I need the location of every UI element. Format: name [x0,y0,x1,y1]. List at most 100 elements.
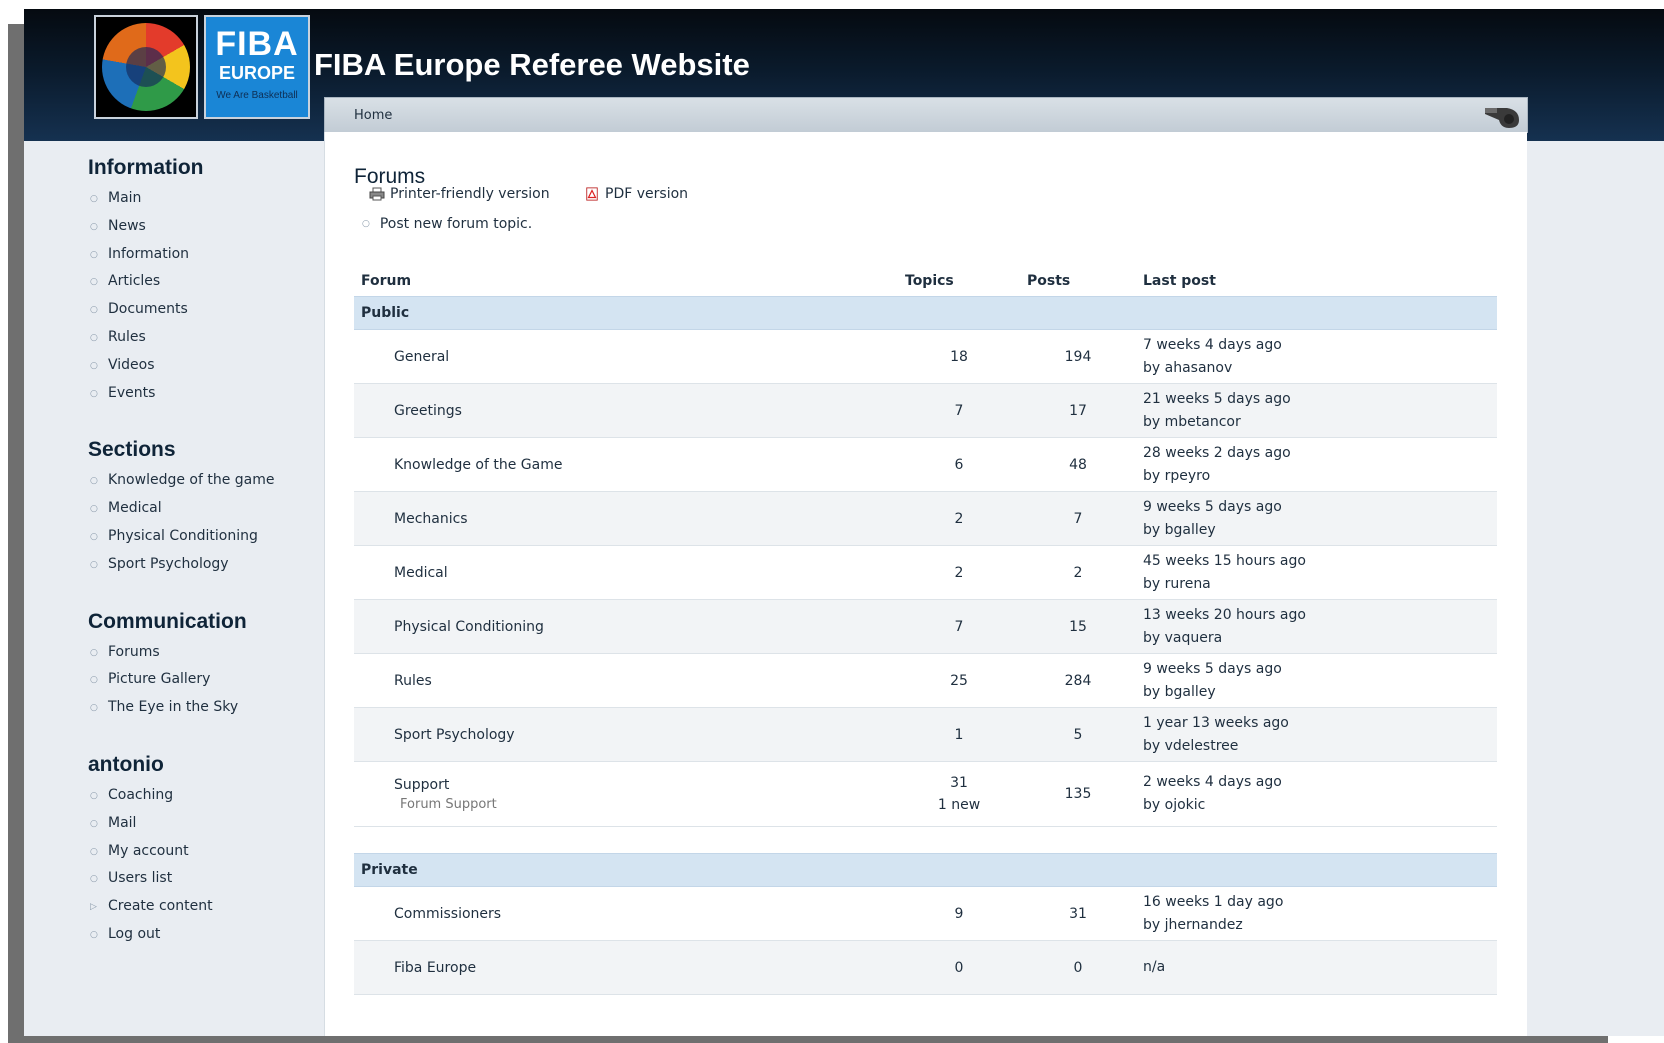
sidebar-item[interactable]: ○ Main [88,189,328,217]
sidebar-item-label[interactable]: Documents [108,301,188,317]
sidebar-item-label[interactable]: Users list [108,870,172,886]
sidebar-item-label[interactable]: Knowledge of the game [108,472,275,488]
sidebar-item[interactable]: ○ Log out [88,925,328,953]
forum-name-link[interactable]: General [394,349,449,365]
forum-name-link[interactable]: Knowledge of the Game [394,457,562,473]
forum-new-topics-link[interactable]: 1 new [905,797,1013,813]
forum-name-link[interactable]: Support [394,777,449,793]
post-new-topic-item: ○ Post new forum topic. [362,216,532,232]
category-name[interactable]: Public [354,296,1497,330]
sidebar-item-label[interactable]: Picture Gallery [108,671,210,687]
sidebar-item-label[interactable]: Mail [108,815,136,831]
sidebar-item[interactable]: ○ Videos [88,356,328,384]
forum-name-link[interactable]: Medical [394,565,448,581]
sidebar-item-label[interactable]: Create content [108,898,213,914]
forum-name-link[interactable]: Fiba Europe [394,960,476,976]
sidebar-item-label[interactable]: Rules [108,329,146,345]
bullet-icon: ○ [90,929,98,940]
sidebar-item-label[interactable]: The Eye in the Sky [108,699,238,715]
sidebar-item[interactable]: ○ Forums [88,643,328,671]
sidebar-item-label[interactable]: Physical Conditioning [108,528,258,544]
forum-name-link[interactable]: Sport Psychology [394,727,515,743]
forum-name-link[interactable]: Physical Conditioning [394,619,544,635]
sidebar-item[interactable]: ○ The Eye in the Sky [88,698,328,726]
forum-name-cell: Sport Psychology [354,707,898,762]
last-post-author[interactable]: by jhernandez [1143,914,1490,937]
last-post-author[interactable]: by bgalley [1143,519,1490,542]
expand-arrow-icon: ▷ [90,902,97,913]
pdf-version-link[interactable]: PDF version [584,186,688,202]
sidebar-item-label[interactable]: News [108,218,146,234]
last-post-author[interactable]: by ahasanov [1143,357,1490,380]
post-new-topic-link[interactable]: Post new forum topic. [380,216,532,232]
last-post-time: 13 weeks 20 hours ago [1143,606,1306,623]
sidebar-item-label[interactable]: Coaching [108,787,173,803]
bullet-icon: ○ [90,332,98,343]
sidebar-item[interactable]: ○ Mail [88,814,328,842]
last-post-author[interactable]: by ojokic [1143,794,1490,817]
fiba-europe-logo[interactable]: FIBA EUROPE We Are Basketball [204,15,310,119]
sidebar-item-label[interactable]: Sport Psychology [108,556,229,572]
forum-row: Medical 2 2 45 weeks 15 hours ago by rurena [354,545,1497,600]
last-post-author[interactable]: by bgalley [1143,681,1490,704]
sidebar-item-label[interactable]: My account [108,843,189,859]
column-header-posts[interactable]: Posts [1020,266,1136,297]
bullet-icon: ○ [90,305,98,316]
sidebar-item[interactable]: ○ Users list [88,869,328,897]
breadcrumb: Home [324,97,1528,133]
forum-posts-count: 7 [1020,491,1136,546]
bullet-icon: ○ [90,675,98,686]
forum-row: Physical Conditioning 7 15 13 weeks 20 hour… [354,599,1497,654]
sidebar-item-label[interactable]: Forums [108,644,160,660]
basketball-logo-icon[interactable] [94,15,198,119]
sidebar-item[interactable]: ○ News [88,217,328,245]
forum-name-link[interactable]: Mechanics [394,511,468,527]
sidebar-item[interactable]: ○ Coaching [88,786,328,814]
sidebar-item-label[interactable]: Main [108,190,141,206]
sidebar-item-label[interactable]: Events [108,385,155,401]
forum-name-link[interactable]: Commissioners [394,906,501,922]
sidebar-item[interactable]: ○ Picture Gallery [88,670,328,698]
forum-name-link[interactable]: Rules [394,673,432,689]
forum-name-cell: Rules [354,653,898,708]
site-title[interactable]: FIBA Europe Referee Website [314,47,750,83]
sidebar-item[interactable]: ○ Documents [88,300,328,328]
bullet-icon: ○ [90,249,98,260]
sidebar-item[interactable]: ○ Articles [88,272,328,300]
sidebar-item[interactable]: ○ Rules [88,328,328,356]
breadcrumb-home-link[interactable]: Home [354,108,392,123]
sidebar-item-label[interactable]: Videos [108,357,155,373]
sidebar-item-label[interactable]: Information [108,246,189,262]
last-post-author[interactable]: by mbetancor [1143,411,1490,434]
sidebar-item[interactable]: ○ My account [88,842,328,870]
sidebar-item[interactable]: ○ Medical [88,499,328,527]
forum-topics-count: 9 [954,905,964,922]
sidebar-item[interactable]: ○ Knowledge of the game [88,471,328,499]
column-header-last-post[interactable]: Last post [1136,266,1497,297]
sidebar-item[interactable]: ○ Sport Psychology [88,555,328,583]
last-post-author[interactable]: by rpeyro [1143,465,1490,488]
printer-friendly-link[interactable]: Printer-friendly version [369,186,550,202]
last-post-author[interactable]: by vdelestree [1143,735,1490,758]
forum-last-post-cell: 21 weeks 5 days ago by mbetancor [1136,383,1497,438]
last-post-author[interactable]: by vaquera [1143,627,1490,650]
column-header-topics[interactable]: Topics [898,266,1020,297]
category-name[interactable]: Private [354,853,1497,887]
bullet-icon: ○ [90,221,98,232]
sidebar-item[interactable]: ▷ Create content [88,897,328,925]
sidebar-item[interactable]: ○ Events [88,384,328,412]
sidebar-item-label[interactable]: Medical [108,500,162,516]
column-header-forum[interactable]: Forum [354,266,898,297]
bullet-icon: ○ [362,219,370,229]
sidebar-item-label[interactable]: Articles [108,273,160,289]
printer-friendly-label: Printer-friendly version [390,186,550,202]
sidebar-item[interactable]: ○ Physical Conditioning [88,527,328,555]
sidebar-item-label[interactable]: Log out [108,926,160,942]
forum-name-cell: Knowledge of the Game [354,437,898,492]
sidebar-item[interactable]: ○ Information [88,245,328,273]
last-post-author[interactable]: by rurena [1143,573,1490,596]
forum-name-cell: Greetings [354,383,898,438]
forum-name-cell: General [354,329,898,384]
forum-name-link[interactable]: Greetings [394,403,462,419]
forum-posts-count: 31 [1020,886,1136,941]
